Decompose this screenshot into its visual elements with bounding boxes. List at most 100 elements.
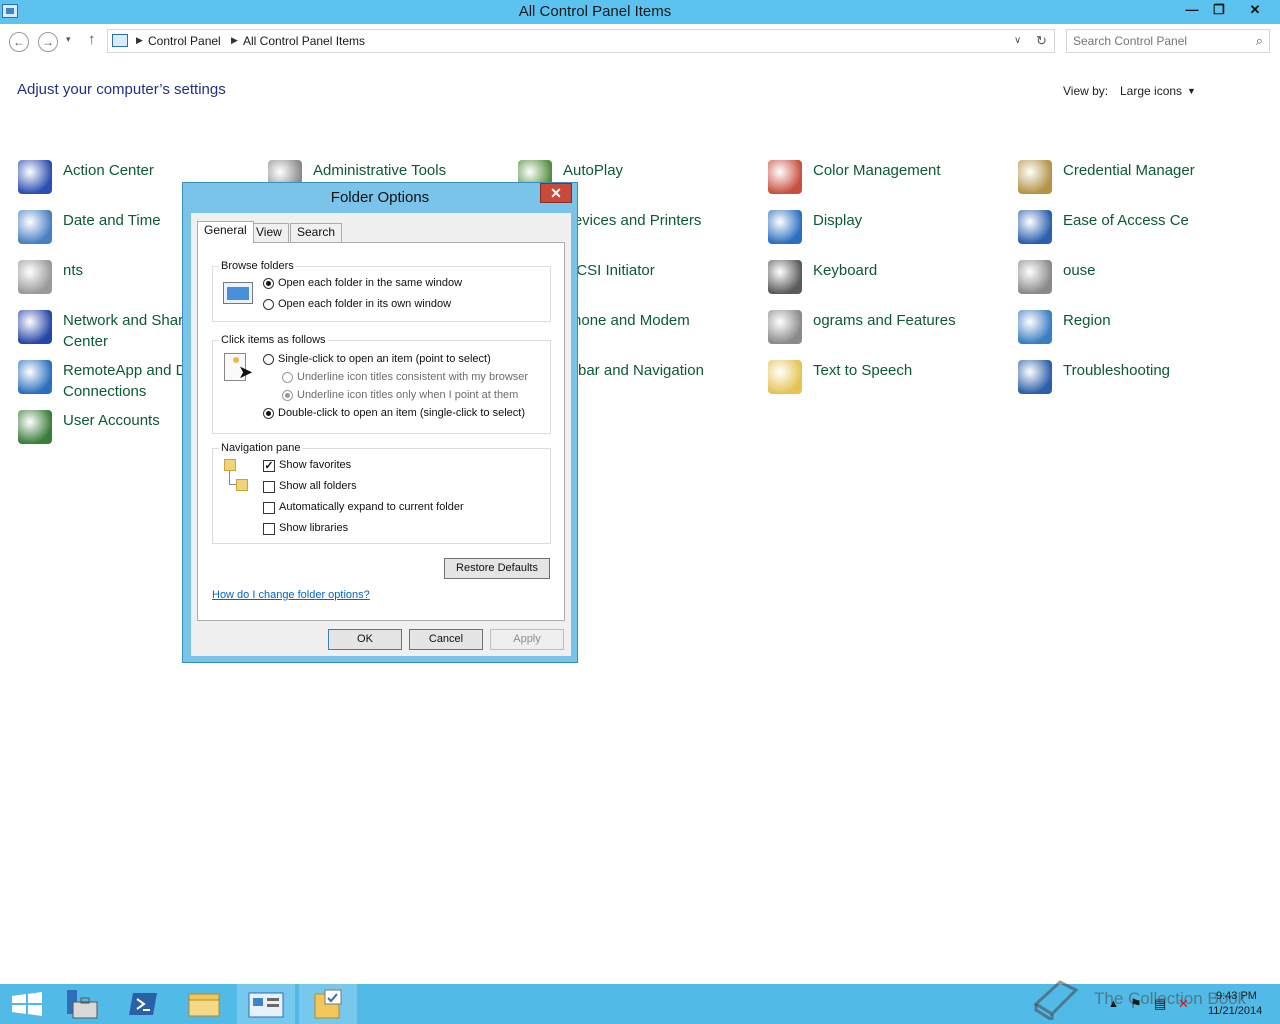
show-favorites-checkbox[interactable]: ✓ [263,460,275,472]
control-panel-item-label[interactable]: Color Management [813,160,941,181]
search-icon[interactable]: ⌕ [1256,33,1263,49]
show-libraries-label[interactable]: Show libraries [279,522,348,534]
ease-of-access-icon [1018,210,1052,244]
control-panel-item-label[interactable]: Administrative Tools [313,160,446,181]
powershell-icon [129,993,157,1015]
control-panel-item[interactable]: Text to Speech [768,360,998,404]
control-panel-item-label[interactable]: Region [1063,310,1111,331]
control-panel-item-label[interactable]: ouse [1063,260,1096,281]
control-panel-item[interactable]: Credential Manager [1018,160,1248,204]
control-panel-item-label[interactable]: Display [813,210,862,231]
control-panel-item[interactable]: Troubleshooting [1018,360,1248,404]
users-icon [18,410,52,444]
control-panel-item-label[interactable]: Text to Speech [813,360,912,381]
control-panel-item-label[interactable]: Ease of Access Ce [1063,210,1189,231]
control-panel-item[interactable]: Region [1018,310,1248,354]
double-click-radio[interactable] [263,408,274,419]
server-manager-button[interactable] [55,984,113,1024]
control-panel-item[interactable]: Display [768,210,998,254]
control-panel-item-label[interactable]: ograms and Features [813,310,956,331]
own-window-label[interactable]: Open each folder in its own window [278,298,451,310]
file-explorer-icon [188,993,220,1017]
control-panel-item-label[interactable]: Credential Manager [1063,160,1195,181]
ok-button[interactable]: OK [328,629,402,650]
file-explorer-button[interactable] [175,984,233,1024]
show-libraries-checkbox[interactable] [263,523,275,535]
start-button[interactable] [0,984,58,1024]
refresh-icon[interactable]: ↻ [1036,33,1047,49]
show-hidden-icons-button[interactable]: ▲ [1108,998,1119,1010]
breadcrumb-separator-icon[interactable]: ▶ [231,35,238,46]
control-panel-item-label[interactable]: Action Center [63,160,154,181]
show-all-folders-checkbox[interactable] [263,481,275,493]
underline-point-label: Underline icon titles only when I point … [297,389,519,401]
control-panel-item[interactable]: ograms and Features [768,310,998,354]
back-button[interactable]: ← [9,32,29,52]
up-button[interactable]: ↑ [88,31,96,48]
control-panel-item-label[interactable]: Keyboard [813,260,877,281]
auto-expand-checkbox[interactable] [263,502,275,514]
address-dropdown-icon[interactable]: ∨ [1014,35,1021,46]
show-favorites-label[interactable]: Show favorites [279,459,351,471]
show-all-folders-label[interactable]: Show all folders [279,480,357,492]
same-window-radio[interactable] [263,278,274,289]
browse-folders-title: Browse folders [219,260,296,272]
control-panel-item-label[interactable]: Date and Time [63,210,161,231]
control-panel-item-label[interactable]: skbar and Navigation [563,360,704,381]
control-panel-icon [112,34,128,47]
control-panel-button[interactable] [237,984,295,1024]
powershell-button[interactable] [115,984,173,1024]
minimize-button[interactable]: — [1178,0,1206,20]
auto-expand-label[interactable]: Automatically expand to current folder [279,501,464,513]
tab-view[interactable]: View [249,223,289,242]
action-center-flag-icon[interactable]: ⚑ [1130,996,1142,1012]
dialog-close-button[interactable]: ✕ [540,183,572,203]
close-button[interactable]: ✕ [1234,0,1276,20]
control-panel-item-label[interactable]: Troubleshooting [1063,360,1170,381]
tab-general[interactable]: General [197,221,254,243]
restore-button[interactable]: ❐ [1205,0,1233,20]
breadcrumb-separator-icon[interactable]: ▶ [136,35,143,46]
window-title: All Control Panel Items [518,3,672,20]
control-panel-item[interactable]: Color Management [768,160,998,204]
volume-muted-icon[interactable]: ✕ [1178,996,1189,1012]
control-panel-item[interactable]: Keyboard [768,260,998,304]
folder-options-icon [314,989,342,1019]
recent-locations-icon[interactable]: ▾ [66,34,71,45]
cancel-button[interactable]: Cancel [409,629,483,650]
folder-options-button[interactable] [299,984,357,1024]
clock-time[interactable]: 9:43 PM [1216,990,1257,1002]
chevron-down-icon[interactable]: ▼ [1187,86,1196,96]
breadcrumb-control-panel[interactable]: Control Panel [148,34,221,48]
forward-button[interactable]: → [38,32,58,52]
clock-date[interactable]: 11/21/2014 [1208,1005,1262,1017]
tab-search[interactable]: Search [290,223,343,242]
control-panel-item-label[interactable]: Phone and Modem [563,310,690,331]
navigation-folders-icon [224,459,256,495]
general-tab-panel: Browse folders Open each folder in the s… [197,242,565,621]
control-panel-item-label[interactable]: AutoPlay [563,160,623,181]
control-panel-item-label[interactable]: Devices and Printers [563,210,701,231]
control-panel-item[interactable]: ouse [1018,260,1248,304]
search-input[interactable] [1073,33,1243,49]
control-panel-item-label[interactable]: nts [63,260,83,281]
restore-defaults-button[interactable]: Restore Defaults [444,558,550,579]
breadcrumb-all-items[interactable]: All Control Panel Items [243,34,365,48]
network-icon[interactable]: ▤ [1154,996,1166,1012]
address-bar[interactable]: ▶ Control Panel ▶ All Control Panel Item… [107,29,1055,53]
view-by-dropdown[interactable]: Large icons [1120,84,1182,98]
control-panel-item[interactable]: Ease of Access Ce [1018,210,1248,254]
search-box[interactable]: ⌕ [1066,29,1270,53]
control-panel-item-label[interactable]: User Accounts [63,410,160,431]
taskbar: The Collection Book ▲ ⚑ ▤ ✕ 9:43 PM 11/2… [0,980,1280,1024]
same-window-label[interactable]: Open each folder in the same window [278,277,462,289]
own-window-radio[interactable] [263,299,274,310]
browse-folders-group [212,266,551,322]
mouse-pointer-icon: ➤ [238,362,254,382]
windows-logo-icon [12,992,42,1016]
single-click-radio[interactable] [263,354,274,365]
help-link[interactable]: How do I change folder options? [212,589,370,601]
double-click-label[interactable]: Double-click to open an item (single-cli… [278,407,525,419]
underline-point-radio [282,390,293,401]
single-click-label[interactable]: Single-click to open an item (point to s… [278,353,491,365]
